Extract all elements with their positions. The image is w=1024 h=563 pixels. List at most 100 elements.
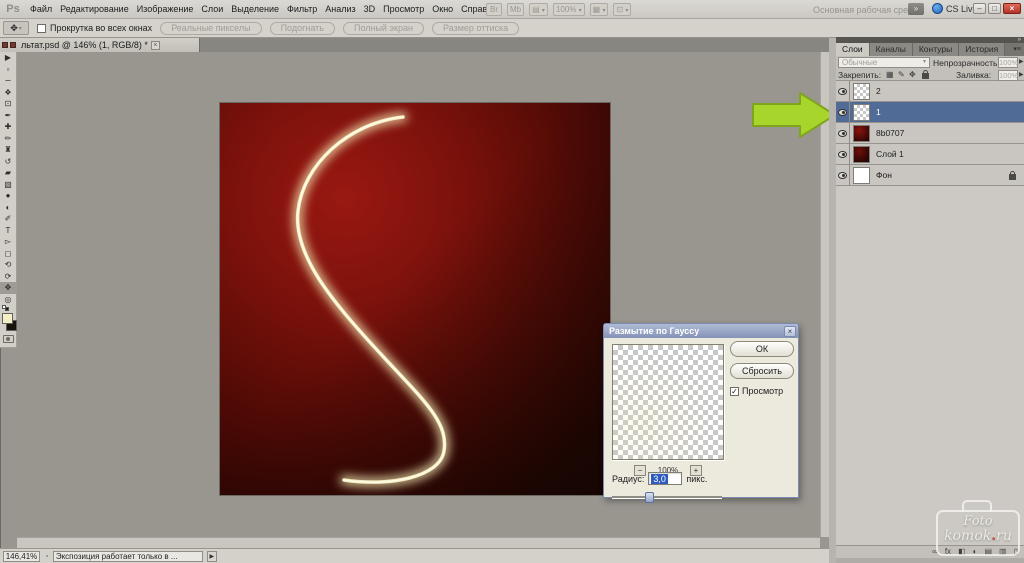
- hand-tool-preset[interactable]: ✥▾: [3, 21, 29, 35]
- menu-item-select[interactable]: Выделение: [227, 0, 283, 18]
- shape-tool[interactable]: ◻: [0, 248, 17, 260]
- zoom-tool[interactable]: ◎: [0, 294, 17, 306]
- workspace-button[interactable]: Основная рабочая среда: [813, 5, 918, 15]
- menu-item-analysis[interactable]: Анализ: [321, 0, 359, 18]
- pen-tool[interactable]: ✐: [0, 213, 17, 225]
- menu-item-3d[interactable]: 3D: [360, 0, 380, 18]
- fill-value[interactable]: 100%: [998, 70, 1018, 81]
- menu-item-image[interactable]: Изображение: [133, 0, 198, 18]
- status-zoom-input[interactable]: 146,41%: [3, 551, 40, 562]
- close-tab-icon[interactable]: ×: [151, 41, 160, 50]
- adjustment-layer-icon[interactable]: ◐: [973, 546, 978, 558]
- menu-item-filter[interactable]: Фильтр: [283, 0, 321, 18]
- minimize-button[interactable]: –: [973, 3, 986, 14]
- link-layers-icon[interactable]: ∞: [932, 546, 938, 558]
- path-selection-tool[interactable]: ▻: [0, 236, 17, 248]
- lock-pixels-icon[interactable]: ✎: [898, 70, 905, 79]
- crop-tool[interactable]: ⊡: [0, 98, 17, 110]
- blur-preview-pane[interactable]: [612, 344, 724, 460]
- layer-thumbnail-red[interactable]: [853, 146, 870, 163]
- view-extras-icon[interactable]: ▤ ▾: [529, 3, 548, 16]
- layer-row-background[interactable]: Фон: [836, 165, 1024, 186]
- ok-button[interactable]: ОК: [730, 341, 794, 357]
- layer-visibility-toggle[interactable]: [836, 81, 850, 102]
- scroll-all-windows-checkbox[interactable]: [37, 24, 46, 33]
- layer-thumbnail-transparent[interactable]: [853, 104, 870, 121]
- menu-item-window[interactable]: Окно: [428, 0, 457, 18]
- tab-history[interactable]: История: [959, 43, 1005, 56]
- 3d-orbit-tool[interactable]: ⟳: [0, 271, 17, 283]
- workspace-overflow-button[interactable]: »: [908, 3, 924, 15]
- quick-selection-tool[interactable]: ❖: [0, 87, 17, 99]
- eyedropper-tool[interactable]: ✒: [0, 110, 17, 122]
- print-size-button[interactable]: Размер оттиска: [432, 22, 519, 35]
- lasso-tool[interactable]: ∽: [0, 75, 17, 87]
- tab-layers[interactable]: Слои: [836, 43, 870, 56]
- history-brush-tool[interactable]: ↺: [0, 156, 17, 168]
- layer-group-icon[interactable]: ▤: [984, 546, 992, 558]
- marquee-tool[interactable]: ▫: [0, 64, 17, 76]
- tab-channels[interactable]: Каналы: [870, 43, 913, 56]
- lock-all-icon[interactable]: [922, 73, 929, 79]
- layer-visibility-toggle[interactable]: [836, 123, 850, 144]
- arrange-documents-icon[interactable]: ▦ ▾: [590, 3, 609, 16]
- healing-brush-tool[interactable]: ✚: [0, 121, 17, 133]
- zoom-level-select[interactable]: 100% ▾: [553, 3, 585, 16]
- menu-item-edit[interactable]: Редактирование: [56, 0, 133, 18]
- layer-row-8b0707[interactable]: 8b0707: [836, 123, 1024, 144]
- bridge-button[interactable]: Br: [486, 3, 502, 16]
- 3d-rotate-tool[interactable]: ⟲: [0, 259, 17, 271]
- quick-mask-icon[interactable]: [3, 335, 14, 343]
- tab-paths[interactable]: Контуры: [913, 43, 959, 56]
- new-layer-icon[interactable]: ▥: [999, 546, 1007, 558]
- screen-mode-icon[interactable]: ⊡ ▾: [613, 3, 631, 16]
- radius-slider-track[interactable]: [612, 496, 722, 498]
- horizontal-scrollbar[interactable]: [17, 537, 820, 548]
- layer-row-1-selected[interactable]: 1: [836, 102, 1024, 123]
- menu-item-file[interactable]: Файл: [26, 0, 56, 18]
- radius-input[interactable]: 3,0: [648, 472, 682, 485]
- fit-screen-button[interactable]: Подогнать: [270, 22, 335, 35]
- layer-visibility-toggle[interactable]: [836, 165, 850, 186]
- fill-slider-arrow-icon[interactable]: ▶: [1019, 71, 1024, 78]
- layer-thumbnail-transparent[interactable]: [853, 83, 870, 100]
- default-colors-icon[interactable]: [2, 305, 11, 312]
- radius-slider-thumb[interactable]: [645, 492, 654, 503]
- panel-menu-icon[interactable]: ▾≡: [1013, 43, 1024, 56]
- actual-pixels-button[interactable]: Реальные пикселы: [160, 22, 261, 35]
- preview-checkbox[interactable]: ✓: [730, 387, 739, 396]
- eraser-tool[interactable]: ▰: [0, 167, 17, 179]
- blend-mode-select[interactable]: Обычные▾: [838, 57, 930, 68]
- opacity-slider-arrow-icon[interactable]: ▶: [1019, 58, 1024, 65]
- dialog-close-icon[interactable]: ×: [784, 326, 796, 337]
- layer-mask-icon[interactable]: ◧: [958, 546, 966, 558]
- mini-bridge-button[interactable]: Mb: [507, 3, 524, 16]
- layer-row-2[interactable]: 2: [836, 81, 1024, 102]
- brush-tool[interactable]: ✏: [0, 133, 17, 145]
- move-tool[interactable]: ▶: [0, 52, 17, 64]
- document-canvas[interactable]: [220, 103, 610, 495]
- hand-tool[interactable]: ✥: [0, 282, 17, 294]
- close-button[interactable]: ×: [1003, 3, 1021, 14]
- layer-style-icon[interactable]: fx: [945, 546, 951, 558]
- restore-button[interactable]: □: [988, 3, 1001, 14]
- dialog-title-bar[interactable]: Размытие по Гауссу: [604, 324, 798, 338]
- menu-item-layers[interactable]: Слои: [197, 0, 227, 18]
- lock-position-icon[interactable]: ✥: [909, 70, 916, 79]
- layer-visibility-toggle[interactable]: [836, 102, 850, 123]
- gradient-tool[interactable]: ▧: [0, 179, 17, 191]
- document-tab[interactable]: льтат.psd @ 146% (1, RGB/8) * ×: [0, 38, 200, 52]
- blur-tool[interactable]: ●: [0, 190, 17, 202]
- clone-stamp-tool[interactable]: ♜: [0, 144, 17, 156]
- type-tool[interactable]: T: [0, 225, 17, 237]
- layer-visibility-toggle[interactable]: [836, 144, 850, 165]
- dodge-tool[interactable]: ◐: [0, 202, 17, 214]
- foreground-color-swatch[interactable]: [2, 313, 13, 324]
- reset-button[interactable]: Сбросить: [730, 363, 794, 379]
- delete-layer-icon[interactable]: ▯: [1014, 546, 1018, 558]
- layer-thumbnail-white[interactable]: [853, 167, 870, 184]
- lock-transparency-icon[interactable]: ▦: [886, 70, 894, 79]
- opacity-value[interactable]: 100%: [998, 57, 1018, 68]
- layer-row-sloy-1[interactable]: Слой 1: [836, 144, 1024, 165]
- layer-thumbnail-red[interactable]: [853, 125, 870, 142]
